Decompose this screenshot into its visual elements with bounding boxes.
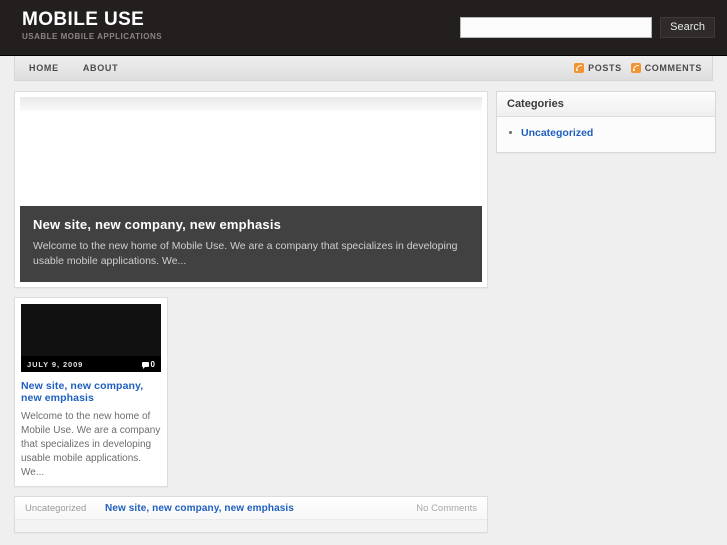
list-item[interactable]: Uncategorized	[507, 123, 705, 142]
post-title-link[interactable]: New site, new company, new emphasis	[21, 380, 161, 404]
post-comment-number: 0	[151, 360, 155, 369]
site-header: MOBILE USE USABLE MOBILE APPLICATIONS Se…	[0, 0, 727, 56]
nav-menu: HOME ABOUT	[15, 57, 142, 79]
featured-title[interactable]: New site, new company, new emphasis	[33, 217, 469, 232]
comment-bubble-icon	[142, 362, 149, 367]
featured-slider[interactable]: New site, new company, new emphasis Welc…	[14, 91, 488, 288]
featured-slider-caption: New site, new company, new emphasis Welc…	[20, 206, 482, 282]
feed-links: POSTS COMMENTS	[565, 56, 702, 80]
post-date: JULY 9, 2009	[27, 360, 83, 369]
rss-icon	[631, 63, 641, 73]
post-thumbnail[interactable]: JULY 9, 2009 0	[21, 304, 161, 372]
page-layout: New site, new company, new emphasis Welc…	[0, 81, 727, 533]
site-branding[interactable]: MOBILE USE USABLE MOBILE APPLICATIONS	[22, 9, 162, 43]
search-input[interactable]	[460, 17, 652, 38]
sidebar: Categories Uncategorized	[496, 91, 716, 153]
category-link-uncategorized[interactable]: Uncategorized	[521, 127, 593, 139]
nav-item-home[interactable]: HOME	[29, 57, 83, 79]
widget-body: Uncategorized	[497, 117, 715, 152]
featured-slider-image	[20, 97, 482, 111]
row-category[interactable]: Uncategorized	[25, 503, 105, 514]
search-button[interactable]: Search	[660, 17, 715, 38]
primary-navigation: HOME ABOUT POSTS COMMENTS	[14, 56, 713, 81]
category-list: Uncategorized	[507, 123, 705, 142]
row-comment-status: No Comments	[416, 503, 477, 514]
feed-link-posts[interactable]: POSTS	[574, 63, 622, 73]
feed-link-comments[interactable]: COMMENTS	[631, 63, 702, 73]
post-excerpt: Welcome to the new home of Mobile Use. W…	[21, 410, 161, 480]
nav-link-home[interactable]: HOME	[29, 57, 73, 79]
recent-list-filler	[15, 520, 487, 532]
row-title-link[interactable]: New site, new company, new emphasis	[105, 503, 416, 514]
widget-title: Categories	[497, 92, 715, 117]
post-card[interactable]: JULY 9, 2009 0 New site, new company, ne…	[14, 297, 168, 487]
nav-link-about[interactable]: ABOUT	[83, 57, 133, 79]
site-tagline: USABLE MOBILE APPLICATIONS	[22, 31, 162, 43]
feed-label-posts: POSTS	[588, 63, 622, 73]
post-comment-count[interactable]: 0	[142, 360, 155, 369]
post-grid: JULY 9, 2009 0 New site, new company, ne…	[14, 297, 488, 487]
featured-excerpt: Welcome to the new home of Mobile Use. W…	[33, 239, 469, 269]
post-thumbnail-meta: JULY 9, 2009 0	[21, 356, 161, 372]
table-row[interactable]: Uncategorized New site, new company, new…	[15, 497, 487, 520]
recent-posts-list: Uncategorized New site, new company, new…	[14, 496, 488, 533]
feed-label-comments: COMMENTS	[645, 63, 702, 73]
main-content: New site, new company, new emphasis Welc…	[14, 91, 488, 533]
nav-item-about[interactable]: ABOUT	[83, 57, 143, 79]
search-form[interactable]: Search	[460, 17, 715, 38]
site-title[interactable]: MOBILE USE	[22, 9, 162, 30]
rss-icon	[574, 63, 584, 73]
widget-categories: Categories Uncategorized	[496, 91, 716, 153]
